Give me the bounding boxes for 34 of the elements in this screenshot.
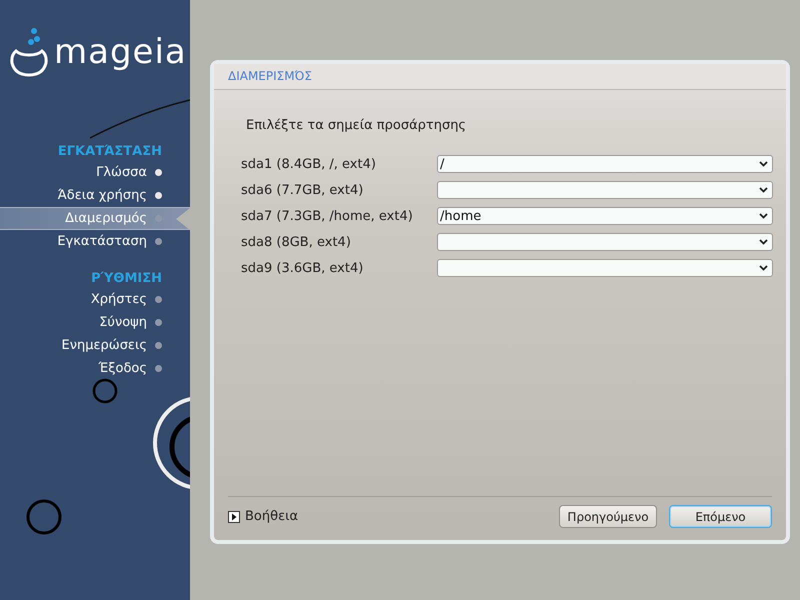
chevron-down-icon xyxy=(759,239,768,245)
partition-label: sda9 (3.6GB, ext4) xyxy=(241,260,364,276)
instruction-text: Επιλέξτε τα σημεία προσάρτησης xyxy=(246,118,468,133)
step-item[interactable]: Διαμερισμός xyxy=(0,207,190,230)
nav-button[interactable]: Προηγούμενο xyxy=(559,505,657,528)
mount-point-dropdown[interactable]: /home xyxy=(437,207,773,225)
expander-icon xyxy=(228,510,240,522)
flask-icon xyxy=(10,27,48,77)
chevron-down-icon xyxy=(759,187,768,193)
mount-point-dropdown[interactable]: / xyxy=(437,155,773,173)
step-item[interactable]: Εγκατάσταση xyxy=(0,230,190,253)
step-item[interactable]: Γλώσσα xyxy=(0,161,190,184)
mount-point-dropdown[interactable] xyxy=(437,181,773,199)
chevron-down-icon xyxy=(759,213,768,219)
chevron-down-icon xyxy=(759,161,768,167)
step-item[interactable]: Χρήστες xyxy=(0,288,190,311)
step-heading: ΕΓΚΑΤΆΣΤΑΣΗ xyxy=(56,144,163,159)
nav-button[interactable]: Επόμενο xyxy=(669,505,772,528)
step-item[interactable]: Άδεια χρήσης xyxy=(0,184,190,207)
step-item[interactable]: Ενημερώσεις xyxy=(0,334,190,357)
logo-text: mageia xyxy=(54,32,187,72)
chevron-down-icon xyxy=(759,265,768,271)
partition-label: sda1 (8.4GB, /, ext4) xyxy=(241,156,377,172)
partition-label: sda7 (7.3GB, /home, ext4) xyxy=(241,208,414,224)
help-label: Βοήθεια xyxy=(245,509,298,524)
help-toggle[interactable]: Βοήθεια xyxy=(228,509,298,524)
panel-title: ΔΙΑΜΕΡΙΣΜΌΣ xyxy=(214,64,786,90)
mount-point-dropdown[interactable] xyxy=(437,233,773,251)
mount-point-dropdown[interactable] xyxy=(437,259,773,277)
step-item[interactable]: Σύνοψη xyxy=(0,311,190,334)
step-item[interactable]: Έξοδος xyxy=(0,357,190,380)
step-heading: ΡΎΘΜΙΣΗ xyxy=(90,271,163,286)
partition-label: sda8 (8GB, ext4) xyxy=(241,234,352,250)
partition-label: sda6 (7.7GB, ext4) xyxy=(241,182,364,198)
